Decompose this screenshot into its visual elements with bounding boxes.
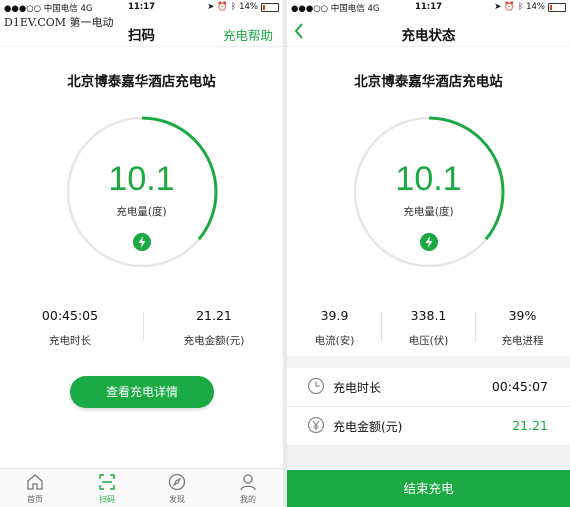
progress-label: 充电进程 <box>501 335 544 347</box>
tab-home-label: 首页 <box>27 495 43 504</box>
charge-amount-label: 充电量(度) <box>116 206 167 218</box>
station-name: 北京博泰嘉华酒店充电站 <box>67 74 216 90</box>
user-icon <box>240 474 256 491</box>
bluetooth-icon: ᛒ <box>517 2 524 12</box>
section-separator <box>287 356 570 368</box>
charge-amount-value: 10.1 <box>108 160 175 198</box>
battery-percent: 14% <box>526 2 545 12</box>
help-link[interactable]: 充电帮助 <box>223 25 273 44</box>
clock-icon <box>307 377 325 395</box>
amount-row-value: 21.21 <box>512 418 548 433</box>
tab-home[interactable]: 首页 <box>15 472 55 505</box>
alarm-icon: ⏰ <box>217 2 228 12</box>
charge-amount-value: 10.1 <box>395 160 462 198</box>
tab-profile-label: 我的 <box>240 495 256 504</box>
bluetooth-icon: ᛒ <box>230 2 237 12</box>
stat-divider <box>381 312 382 342</box>
lightning-icon <box>420 233 438 251</box>
duration-row: 充电时长 00:45:07 <box>287 368 570 407</box>
charging-status-screen: ●●●○○ 中国电信 4G 11:17 ➤ ⏰ ᛒ 14% 充电状态 北京博泰嘉… <box>287 0 570 507</box>
tab-scan[interactable]: 扫码 <box>87 472 127 505</box>
duration-label: 充电时长 <box>49 335 91 347</box>
tab-discover-label: 发现 <box>169 495 185 504</box>
amount-row: 充电金额(元) 21.21 <box>287 407 570 446</box>
nav-bar: 充电状态 <box>287 18 570 47</box>
stat-divider <box>475 312 476 342</box>
status-bar: ●●●○○ 中国电信 4G 11:17 ➤ ⏰ ᛒ 14% <box>287 0 570 14</box>
tab-scan-label: 扫码 <box>99 495 115 504</box>
lightning-icon <box>133 233 151 251</box>
scan-screen: ●●●○○ 中国电信 4G 11:17 ➤ ⏰ ᛒ 14% D1EV.COM 第… <box>0 0 283 507</box>
yen-icon <box>307 416 325 434</box>
current-value: 39.9 <box>320 308 349 323</box>
amount-label: 充电金额(元) <box>183 335 245 347</box>
location-icon: ➤ <box>207 2 215 12</box>
station-name: 北京博泰嘉华酒店充电站 <box>354 74 503 90</box>
location-icon: ➤ <box>494 2 502 12</box>
scan-icon <box>99 474 115 490</box>
charge-amount-label: 充电量(度) <box>403 206 454 218</box>
nav-bar: 扫码 充电帮助 <box>0 18 283 47</box>
duration-row-label: 充电时长 <box>333 381 382 395</box>
amount-row-label: 充电金额(元) <box>333 420 403 434</box>
status-bar: ●●●○○ 中国电信 4G 11:17 ➤ ⏰ ᛒ 14% <box>0 0 283 14</box>
voltage-label: 电压(伏) <box>408 335 449 347</box>
battery-icon <box>261 2 279 12</box>
progress-value: 39% <box>508 308 537 323</box>
battery-percent: 14% <box>239 2 258 12</box>
current-label: 电流(安) <box>314 335 355 347</box>
tab-bar: 首页 扫码 发现 我的 <box>0 468 283 507</box>
end-charging-button[interactable]: 结束充电 <box>287 470 570 507</box>
tab-profile[interactable]: 我的 <box>228 472 268 505</box>
status-right: ➤ ⏰ ᛒ 14% <box>207 2 279 12</box>
duration-value: 00:45:05 <box>41 308 99 323</box>
duration-row-value: 00:45:07 <box>491 379 548 394</box>
stat-divider <box>143 312 144 340</box>
voltage-value: 338.1 <box>410 308 447 323</box>
page-title: 充电状态 <box>401 28 456 44</box>
battery-icon <box>548 2 566 12</box>
amount-value: 21.21 <box>196 308 232 323</box>
tab-discover[interactable]: 发现 <box>157 472 197 505</box>
status-right: ➤ ⏰ ᛒ 14% <box>494 2 566 12</box>
alarm-icon: ⏰ <box>504 2 515 12</box>
compass-icon <box>168 473 186 491</box>
footer-spacer <box>287 446 570 470</box>
view-details-button[interactable]: 查看充电详情 <box>70 376 214 408</box>
home-icon <box>27 474 43 490</box>
